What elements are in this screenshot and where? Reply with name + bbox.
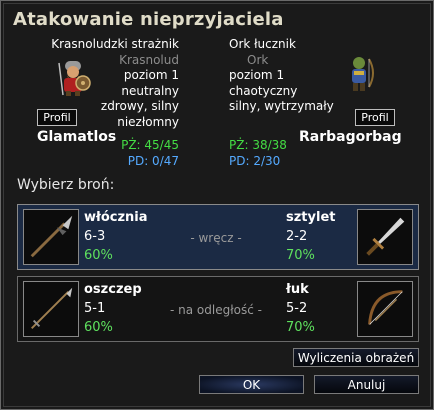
- my-weapon-name: oszczep: [84, 282, 142, 297]
- defender-level: poziom 1: [229, 68, 285, 82]
- my-hit-chance: 60%: [84, 320, 113, 335]
- enemy-weapon-name: sztylet: [286, 210, 336, 225]
- spear-icon: [23, 209, 79, 265]
- attack-option-ranged[interactable]: oszczep 5-1 60% - na odległość - łuk 5-2…: [17, 276, 419, 342]
- enemy-weapon-name: łuk: [286, 282, 309, 297]
- dialog-title: Atakowanie nieprzyjaciela: [13, 9, 284, 30]
- defender-type: Ork łucznik: [229, 37, 296, 51]
- defender-race: Ork: [247, 52, 269, 67]
- defender-alignment: chaotyczny: [229, 83, 298, 98]
- enemy-weapon-damage: 2-2: [286, 229, 308, 244]
- enemy-hit-chance: 70%: [286, 320, 315, 335]
- damage-calculations-button[interactable]: Wyliczenia obrażeń: [293, 348, 419, 367]
- enemy-hit-chance: 70%: [286, 248, 315, 263]
- attack-range: - na odległość -: [170, 303, 262, 317]
- attack-dialog: Atakowanie nieprzyjaciela Krasnoludzki s…: [0, 0, 434, 410]
- choose-weapon-label: Wybierz broń:: [17, 177, 115, 193]
- cancel-button[interactable]: Anuluj: [314, 375, 419, 394]
- my-weapon-damage: 6-3: [84, 229, 106, 244]
- defender-xp: PD: 2/30: [229, 153, 281, 168]
- my-hit-chance: 60%: [84, 248, 113, 263]
- attacker-profile-button[interactable]: Profil: [37, 109, 77, 126]
- ok-button[interactable]: OK: [199, 375, 304, 394]
- defender-traits: silny, wytrzymały: [229, 99, 334, 113]
- javelin-icon: [23, 281, 79, 337]
- attack-option-melee[interactable]: włócznia 6-3 60% - wręcz - sztylet 2-2 7…: [17, 204, 419, 270]
- attacker-xp: PD: 0/47: [127, 153, 179, 168]
- attacker-name: Glamatlos: [37, 129, 117, 145]
- dagger-icon: [357, 209, 413, 265]
- attacker-type: Krasnoludzki strażnik: [51, 37, 179, 51]
- orc-archer-portrait: [352, 57, 374, 91]
- attack-range: - wręcz -: [190, 231, 242, 245]
- defender-name: Rarbagorbag: [299, 129, 402, 145]
- defender-profile-button[interactable]: Profil: [355, 109, 395, 126]
- bow-icon: [357, 281, 413, 337]
- my-weapon-damage: 5-1: [84, 301, 106, 316]
- enemy-weapon-damage: 5-2: [286, 301, 308, 316]
- my-weapon-name: włócznia: [84, 210, 148, 225]
- defender-info: Ork łucznik Ork poziom 1 chaotyczny siln…: [229, 37, 334, 169]
- dwarf-guardian-portrait: [58, 61, 91, 96]
